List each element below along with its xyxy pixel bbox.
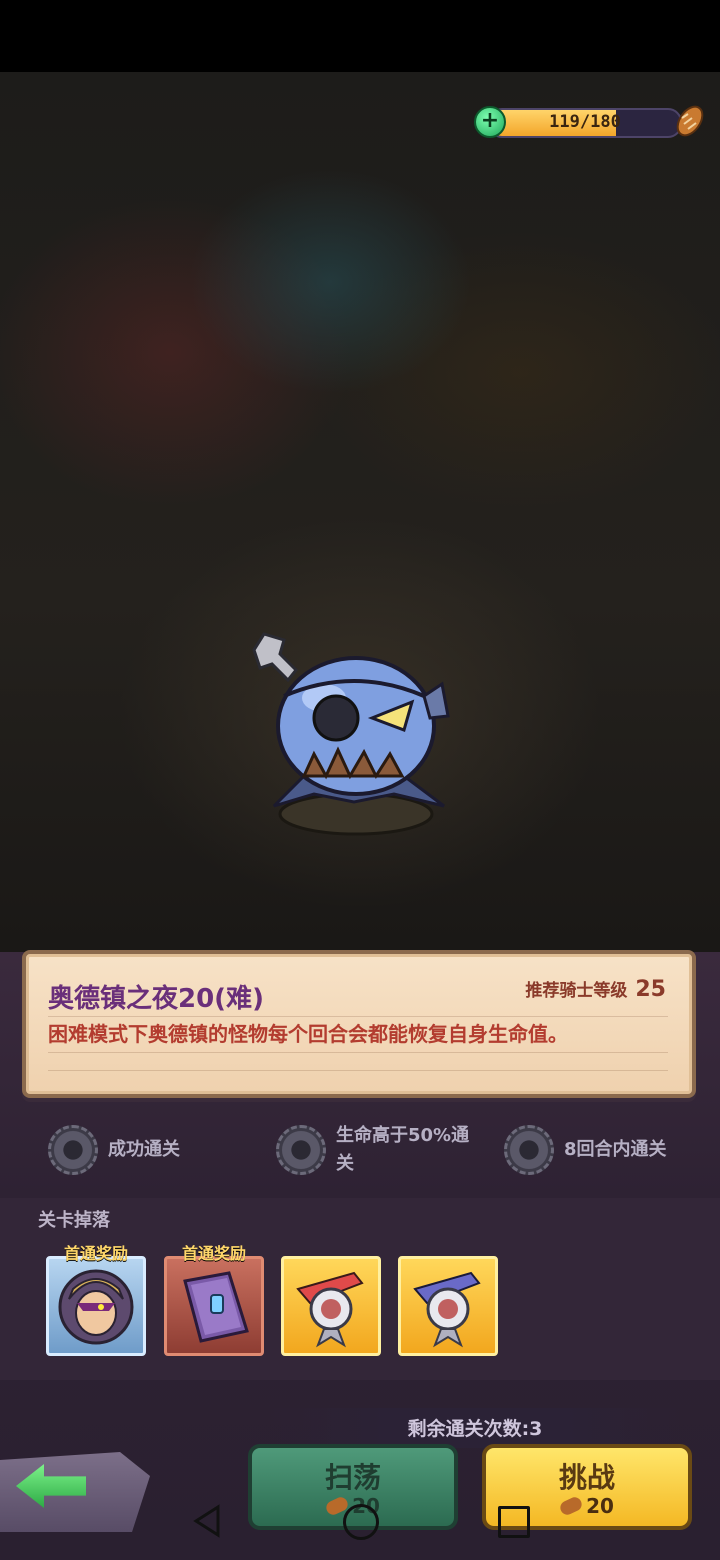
add-energy-button[interactable]: +	[474, 106, 506, 138]
hero-portrait-icon	[58, 1269, 134, 1345]
panel-divider	[48, 1052, 668, 1053]
energy-value: 119/180	[549, 112, 621, 132]
gear-icon	[504, 1125, 554, 1175]
gear-icon	[276, 1125, 326, 1175]
star-objectives: 成功通关 生命高于50%通关 8回合内通关	[0, 1110, 720, 1190]
panel-divider	[48, 1016, 668, 1017]
objective-3: 8回合内通关	[504, 1110, 714, 1190]
drops-title: 关卡掉落	[38, 1210, 110, 1231]
first-clear-badge: 首通奖励	[63, 1244, 128, 1263]
slime-monster-icon	[252, 632, 450, 836]
recommended-level-value: 25	[635, 977, 666, 1002]
energy-bar: 119/180 +	[474, 104, 704, 138]
stage-title: 奥德镇之夜20(难)	[48, 984, 264, 1014]
banner-emblem-icon	[296, 1271, 364, 1348]
nav-recents-icon[interactable]	[498, 1506, 530, 1538]
objective-2: 生命高于50%通关	[276, 1110, 486, 1190]
energy-track: 119/180	[488, 108, 682, 138]
objective-text: 生命高于50%通关	[336, 1125, 470, 1174]
objective-text: 8回合内通关	[564, 1139, 667, 1160]
nav-back-icon[interactable]	[192, 1504, 222, 1538]
recommended-level-label: 推荐骑士等级	[525, 981, 628, 1001]
first-clear-badge: 首通奖励	[181, 1244, 246, 1263]
gear-icon	[48, 1125, 98, 1175]
drop-item-hero[interactable]	[46, 1256, 146, 1356]
remaining-clears-text: 剩余通关次数:3	[407, 1418, 543, 1440]
status-bar	[0, 0, 720, 72]
objective-text: 成功通关	[108, 1139, 180, 1160]
panel-divider	[48, 1070, 668, 1071]
bread-icon	[676, 105, 704, 137]
objective-1: 成功通关	[48, 1110, 248, 1190]
spellbook-icon	[183, 1271, 249, 1343]
system-nav-bar	[0, 1480, 720, 1560]
drop-item-book[interactable]	[164, 1256, 264, 1356]
banner-emblem-icon	[413, 1271, 481, 1348]
stage-info-panel: 奥德镇之夜20(难) 推荐骑士等级 25 困难模式下奥德镇的怪物每个回合会都能恢复…	[22, 950, 696, 1098]
nav-home-icon[interactable]	[343, 1504, 379, 1540]
recommended-level: 推荐骑士等级 25	[525, 976, 666, 1002]
drop-item-emblem[interactable]	[281, 1256, 381, 1356]
remaining-clears: 剩余通关次数:3	[270, 1408, 680, 1448]
stage-description: 困难模式下奥德镇的怪物每个回合会都能恢复自身生命值。	[48, 1022, 568, 1046]
drop-item-emblem[interactable]	[398, 1256, 498, 1356]
